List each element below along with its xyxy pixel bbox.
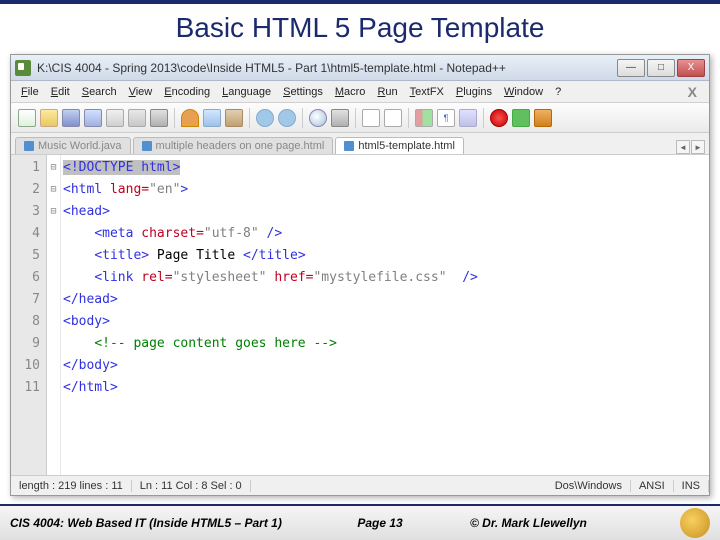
menu-encoding[interactable]: Encoding [158, 84, 216, 100]
footer-copyright: © Dr. Mark Llewellyn [450, 516, 680, 530]
separator [302, 108, 303, 128]
menu-view[interactable]: View [123, 84, 159, 100]
word-wrap-icon[interactable] [415, 109, 433, 127]
footer-course: CIS 4004: Web Based IT (Inside HTML5 – P… [10, 516, 310, 530]
separator [483, 108, 484, 128]
menu-help[interactable]: ? [549, 84, 567, 100]
stop-macro-icon[interactable] [534, 109, 552, 127]
menu-close-x[interactable]: X [680, 84, 705, 100]
separator [249, 108, 250, 128]
play-macro-icon[interactable] [512, 109, 530, 127]
separator [174, 108, 175, 128]
menu-macro[interactable]: Macro [329, 84, 372, 100]
menu-run[interactable]: Run [371, 84, 403, 100]
fold-gutter[interactable]: ⊟⊟⊟ [47, 155, 61, 475]
maximize-button[interactable]: □ [647, 59, 675, 77]
status-position: Ln : 11 Col : 8 Sel : 0 [132, 480, 251, 492]
zoom-in-icon[interactable] [362, 109, 380, 127]
window-title: K:\CIS 4004 - Spring 2013\code\Inside HT… [37, 61, 617, 75]
tab-label: multiple headers on one page.html [156, 140, 325, 152]
footer-page: Page 13 [310, 516, 450, 530]
line-number-gutter: 1234567891011 [11, 155, 47, 475]
separator [408, 108, 409, 128]
save-icon[interactable] [62, 109, 80, 127]
tab-scroll-right-icon[interactable]: ► [691, 140, 705, 154]
tab-bar: Music World.java multiple headers on one… [11, 133, 709, 155]
menu-language[interactable]: Language [216, 84, 277, 100]
status-encoding: ANSI [631, 480, 674, 492]
minimize-button[interactable]: — [617, 59, 645, 77]
file-icon [142, 141, 152, 151]
tab-label: Music World.java [38, 140, 122, 152]
file-icon [344, 141, 354, 151]
undo-icon[interactable] [256, 109, 274, 127]
close-button[interactable]: X [677, 59, 705, 77]
paste-icon[interactable] [225, 109, 243, 127]
tab-multiple-headers[interactable]: multiple headers on one page.html [133, 137, 334, 154]
find-icon[interactable] [309, 109, 327, 127]
menu-file[interactable]: File [15, 84, 45, 100]
show-chars-icon[interactable]: ¶ [437, 109, 455, 127]
menu-plugins[interactable]: Plugins [450, 84, 498, 100]
status-mode: INS [674, 480, 709, 492]
file-icon [24, 141, 34, 151]
record-macro-icon[interactable] [490, 109, 508, 127]
titlebar: K:\CIS 4004 - Spring 2013\code\Inside HT… [11, 55, 709, 81]
toolbar: ¶ [11, 103, 709, 133]
copy-icon[interactable] [203, 109, 221, 127]
print-icon[interactable] [150, 109, 168, 127]
save-all-icon[interactable] [84, 109, 102, 127]
notepad-window: K:\CIS 4004 - Spring 2013\code\Inside HT… [10, 54, 710, 496]
code-area[interactable]: <!DOCTYPE html><html lang="en"><head> <m… [61, 155, 709, 475]
new-icon[interactable] [18, 109, 36, 127]
cut-icon[interactable] [181, 109, 199, 127]
menu-search[interactable]: Search [76, 84, 123, 100]
app-icon [15, 60, 31, 76]
open-icon[interactable] [40, 109, 58, 127]
editor[interactable]: 1234567891011 ⊟⊟⊟ <!DOCTYPE html><html l… [11, 155, 709, 475]
menubar: File Edit Search View Encoding Language … [11, 81, 709, 103]
tab-scroll-left-icon[interactable]: ◄ [676, 140, 690, 154]
redo-icon[interactable] [278, 109, 296, 127]
menu-window[interactable]: Window [498, 84, 549, 100]
status-length: length : 219 lines : 11 [11, 480, 132, 492]
close-file-icon[interactable] [106, 109, 124, 127]
status-eol: Dos\Windows [547, 480, 631, 492]
ucf-logo-icon [680, 508, 710, 538]
menu-textfx[interactable]: TextFX [404, 84, 450, 100]
slide-footer: CIS 4004: Web Based IT (Inside HTML5 – P… [0, 504, 720, 540]
indent-guide-icon[interactable] [459, 109, 477, 127]
tab-label: html5-template.html [358, 140, 455, 152]
tab-music-world[interactable]: Music World.java [15, 137, 131, 154]
replace-icon[interactable] [331, 109, 349, 127]
slide-title: Basic HTML 5 Page Template [0, 4, 720, 54]
separator [355, 108, 356, 128]
close-all-icon[interactable] [128, 109, 146, 127]
statusbar: length : 219 lines : 11 Ln : 11 Col : 8 … [11, 475, 709, 495]
tab-html5-template[interactable]: html5-template.html [335, 137, 464, 154]
menu-settings[interactable]: Settings [277, 84, 329, 100]
menu-edit[interactable]: Edit [45, 84, 76, 100]
zoom-out-icon[interactable] [384, 109, 402, 127]
